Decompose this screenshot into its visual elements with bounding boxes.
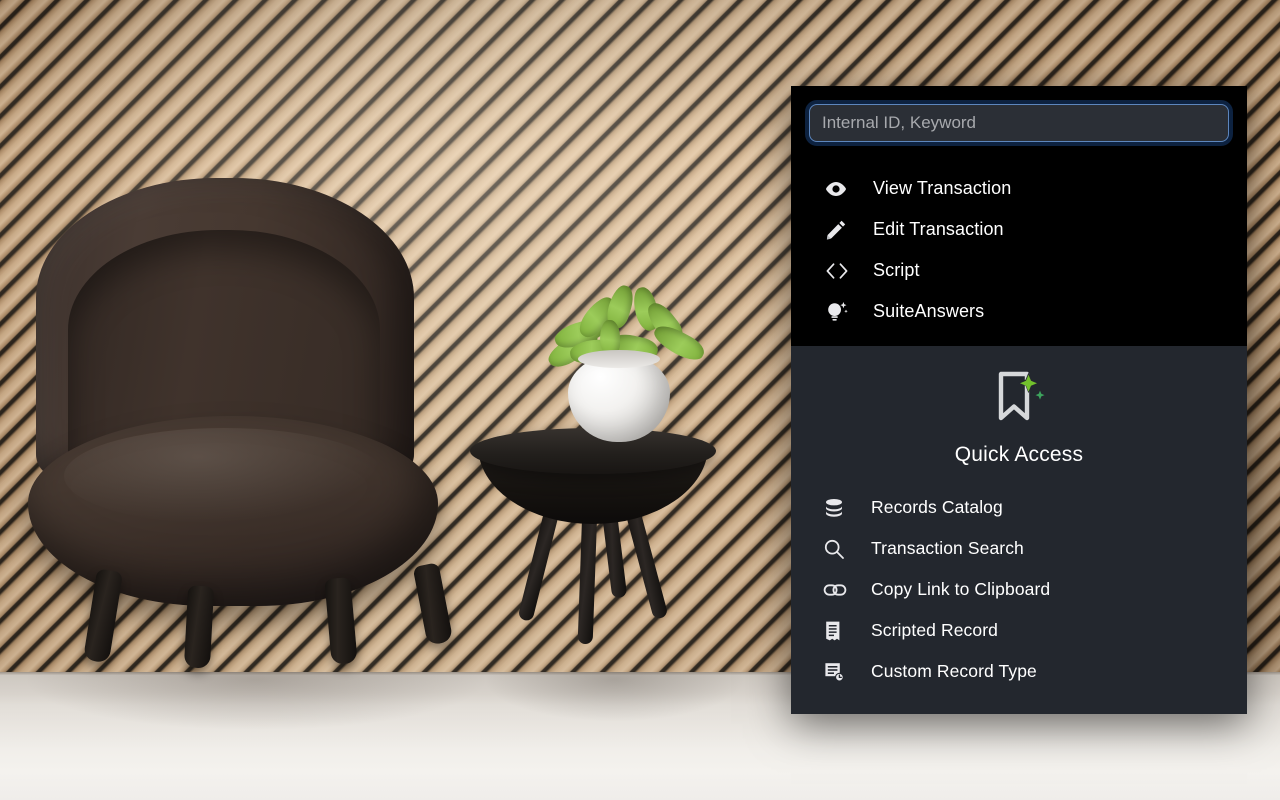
- menu-item-label: Transaction Search: [871, 538, 1024, 558]
- menu-item-label: Records Catalog: [871, 497, 1003, 517]
- potted-plant: [540, 282, 730, 442]
- menu-item-label: SuiteAnswers: [873, 301, 985, 321]
- menu-item-label: View Transaction: [873, 178, 1012, 198]
- custom-record-icon: [823, 660, 851, 684]
- pencil-icon: [825, 218, 853, 242]
- menu-item-edit-transaction[interactable]: Edit Transaction: [791, 209, 1247, 250]
- screen: View Transaction Edit Transaction: [0, 0, 1280, 800]
- eye-icon: [825, 177, 853, 201]
- link-chain-icon: [823, 578, 851, 602]
- menu-item-script[interactable]: Script: [791, 250, 1247, 291]
- armchair-seat-highlight: [64, 428, 384, 524]
- menu-item-transaction-search[interactable]: Transaction Search: [791, 528, 1247, 569]
- menu-item-suiteanswers[interactable]: SuiteAnswers: [791, 291, 1247, 332]
- menu-item-scripted-record[interactable]: Scripted Record: [791, 610, 1247, 651]
- menu-item-label: Custom Record Type: [871, 661, 1037, 681]
- menu-item-label: Edit Transaction: [873, 219, 1004, 239]
- menu-item-label: Scripted Record: [871, 620, 998, 640]
- armchair: [28, 178, 454, 688]
- menu-item-label: Copy Link to Clipboard: [871, 579, 1051, 599]
- side-table-leg: [577, 507, 598, 645]
- bookmark-sparkle-logo-icon: [988, 366, 1050, 428]
- top-menu-list: View Transaction Edit Transaction Script…: [791, 162, 1247, 346]
- search-input[interactable]: [809, 104, 1229, 142]
- panel-bottom-section: Quick Access Records Catalog Transaction…: [791, 346, 1247, 714]
- quick-access-panel: View Transaction Edit Transaction: [791, 86, 1247, 714]
- quick-access-branding: Quick Access: [791, 362, 1247, 477]
- search-magnifier-icon: [823, 537, 851, 561]
- menu-item-custom-record-type[interactable]: Custom Record Type: [791, 651, 1247, 692]
- search-focus-ring: [805, 100, 1233, 146]
- database-stack-icon: [823, 496, 851, 520]
- bottom-menu-list: Records Catalog Transaction Search Copy …: [791, 477, 1247, 692]
- armchair-leg: [183, 585, 215, 669]
- side-table: [470, 428, 720, 688]
- code-brackets-icon: [825, 259, 853, 283]
- menu-item-copy-link-to-clipboard[interactable]: Copy Link to Clipboard: [791, 569, 1247, 610]
- document-script-icon: [823, 619, 851, 643]
- menu-item-view-transaction[interactable]: View Transaction: [791, 168, 1247, 209]
- lightbulb-sparkle-icon: [825, 300, 853, 324]
- panel-top-section: [791, 86, 1247, 162]
- armchair-leg: [412, 562, 454, 646]
- menu-item-label: Script: [873, 260, 920, 280]
- menu-item-records-catalog[interactable]: Records Catalog: [791, 487, 1247, 528]
- armchair-leg: [82, 568, 124, 664]
- plant-pot-rim: [578, 350, 660, 368]
- panel-title: Quick Access: [954, 443, 1084, 466]
